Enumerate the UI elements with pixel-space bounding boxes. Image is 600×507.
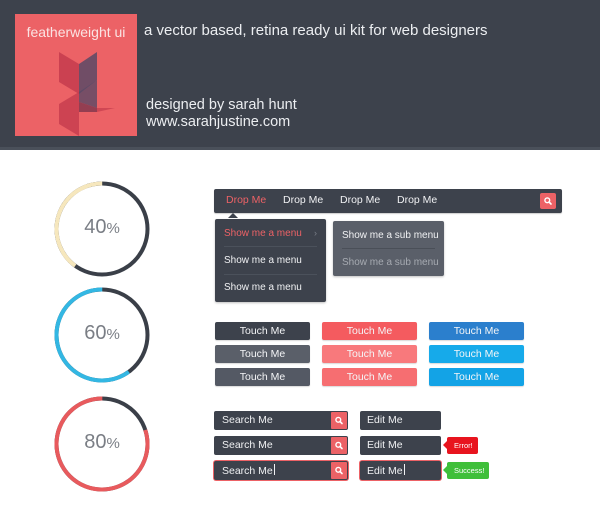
search-input-focused[interactable]: Search Me bbox=[214, 461, 348, 480]
header-banner: featherweight ui a vector based, retina … bbox=[0, 0, 600, 150]
search-icon bbox=[335, 441, 343, 450]
menu-item[interactable]: Show me a menu bbox=[224, 255, 302, 266]
search-icon bbox=[544, 197, 552, 205]
edit-input[interactable]: Edit Me bbox=[360, 411, 441, 430]
touch-button-dark-hover[interactable]: Touch Me bbox=[215, 345, 310, 363]
search-icon bbox=[335, 416, 343, 425]
menu-divider bbox=[224, 274, 317, 275]
progress-ring: 60% bbox=[53, 286, 151, 384]
touch-button-blue[interactable]: Touch Me bbox=[429, 322, 524, 340]
ring-label: 80% bbox=[53, 431, 151, 454]
ring-value: 60 bbox=[84, 322, 107, 344]
touch-button-red[interactable]: Touch Me bbox=[322, 322, 417, 340]
search-input-text: Search Me bbox=[222, 465, 273, 477]
ring-unit: % bbox=[106, 435, 120, 452]
submenu-arrow-icon: › bbox=[314, 228, 317, 238]
touch-button-red-hover[interactable]: Touch Me bbox=[322, 345, 417, 363]
success-badge: Success! bbox=[442, 462, 490, 479]
submenu: Show me a sub menu Show me a sub menu bbox=[333, 221, 444, 276]
submenu-divider bbox=[342, 248, 435, 249]
nav-item-drop-me[interactable]: Drop Me bbox=[397, 194, 437, 206]
submenu-item-disabled[interactable]: Show me a sub menu bbox=[342, 257, 439, 268]
byline: designed by sarah hunt www.sarahjustine.… bbox=[146, 97, 297, 131]
search-button[interactable] bbox=[331, 412, 347, 429]
logo-title: featherweight ui bbox=[26, 24, 126, 40]
website-link[interactable]: www.sarahjustine.com bbox=[146, 114, 297, 131]
nav-search-button[interactable] bbox=[540, 193, 556, 209]
touch-button-dark[interactable]: Touch Me bbox=[215, 322, 310, 340]
search-input-value[interactable]: Search Me bbox=[222, 439, 273, 451]
nav-item-drop-me[interactable]: Drop Me bbox=[283, 194, 323, 206]
edit-input-focused[interactable]: Edit Me bbox=[360, 461, 441, 480]
touch-button-blue-active[interactable]: Touch Me bbox=[429, 368, 524, 386]
edit-input-value[interactable]: Edit Me bbox=[367, 464, 405, 477]
search-button[interactable] bbox=[331, 437, 347, 454]
dropdown-menu: Show me a menu › Show me a menu Show me … bbox=[215, 219, 326, 302]
ring-value: 80 bbox=[84, 431, 107, 453]
feather-logo-icon bbox=[59, 52, 115, 136]
search-input[interactable]: Search Me bbox=[214, 411, 348, 430]
dropdown-caret bbox=[228, 213, 238, 218]
text-cursor bbox=[403, 464, 405, 475]
edit-input-value[interactable]: Edit Me bbox=[367, 414, 403, 426]
menu-divider bbox=[224, 246, 317, 247]
ring-unit: % bbox=[106, 220, 120, 237]
progress-ring: 40% bbox=[53, 180, 151, 278]
edit-input-text: Edit Me bbox=[367, 465, 403, 477]
ring-label: 60% bbox=[53, 322, 151, 345]
logo: featherweight ui bbox=[15, 14, 137, 136]
touch-button-dark-active[interactable]: Touch Me bbox=[215, 368, 310, 386]
edit-input-value[interactable]: Edit Me bbox=[367, 439, 403, 451]
text-cursor bbox=[273, 464, 275, 475]
nav-item-drop-me[interactable]: Drop Me bbox=[340, 194, 380, 206]
progress-ring: 80% bbox=[53, 395, 151, 493]
edit-input-error[interactable]: Edit Me bbox=[360, 436, 441, 455]
nav-bar: Drop Me Drop Me Drop Me Drop Me bbox=[214, 189, 562, 213]
search-input-value[interactable]: Search Me bbox=[222, 464, 275, 477]
tagline: a vector based, retina ready ui kit for … bbox=[144, 22, 488, 39]
ring-unit: % bbox=[106, 326, 120, 343]
ring-label: 40% bbox=[53, 216, 151, 239]
touch-button-red-active[interactable]: Touch Me bbox=[322, 368, 417, 386]
search-input[interactable]: Search Me bbox=[214, 436, 348, 455]
ring-value: 40 bbox=[84, 216, 107, 238]
search-button[interactable] bbox=[331, 462, 347, 479]
menu-item[interactable]: Show me a menu bbox=[224, 282, 302, 293]
search-icon bbox=[335, 466, 343, 475]
nav-item-drop-me[interactable]: Drop Me bbox=[226, 194, 266, 206]
touch-button-blue-hover[interactable]: Touch Me bbox=[429, 345, 524, 363]
menu-item[interactable]: Show me a menu bbox=[224, 228, 302, 239]
error-badge: Error! bbox=[443, 437, 478, 454]
search-input-value[interactable]: Search Me bbox=[222, 414, 273, 426]
submenu-item[interactable]: Show me a sub menu bbox=[342, 230, 439, 241]
designer-credit: designed by sarah hunt bbox=[146, 97, 297, 113]
